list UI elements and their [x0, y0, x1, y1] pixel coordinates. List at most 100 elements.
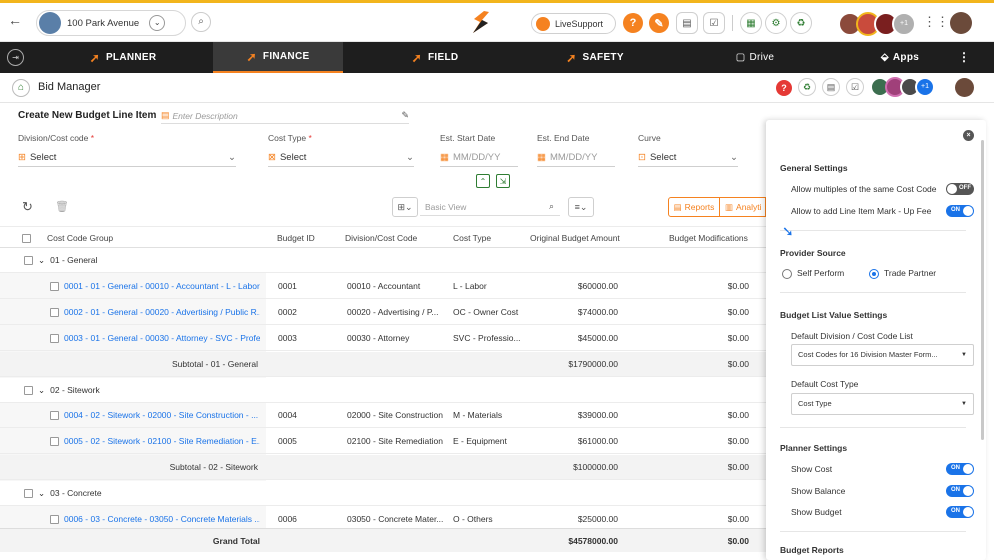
tab-label: Drive — [749, 52, 775, 63]
description-input[interactable]: ▤ Enter Description ✎ — [161, 108, 409, 124]
recycle-icon[interactable]: ♻ — [798, 78, 816, 96]
group-row[interactable]: ⌄ 01 - General — [0, 248, 766, 273]
recycle-icon[interactable]: ♻ — [790, 12, 812, 34]
row-checkbox[interactable] — [50, 307, 59, 317]
row-checkbox[interactable] — [24, 385, 33, 395]
header-budget-id[interactable]: Budget ID — [277, 227, 315, 249]
tab-apps[interactable]: ⬙ Apps — [855, 42, 945, 73]
arrow-icon: ➚ — [566, 50, 577, 65]
chevron-down-icon[interactable]: ⌄ — [149, 15, 166, 31]
row-checkbox[interactable] — [50, 281, 59, 291]
budget-list-title: Budget List Value Settings — [780, 310, 888, 320]
settings-icon[interactable]: ⚙ — [765, 12, 787, 34]
show-balance-toggle[interactable]: ON — [946, 485, 974, 497]
team-avatars[interactable]: +1 — [870, 77, 935, 97]
chevron-down-icon[interactable]: ⌄ — [38, 255, 45, 265]
row-checkbox[interactable] — [50, 411, 59, 421]
cost-code-link[interactable]: 0001 - 01 - General - 00010 - Accountant… — [50, 274, 260, 299]
show-cost-toggle[interactable]: ON — [946, 463, 974, 475]
help-icon[interactable]: ? — [776, 80, 792, 96]
tab-finance[interactable]: ➚ FINANCE — [213, 42, 343, 73]
group-name[interactable]: ⌄ 01 - General — [24, 248, 97, 273]
view-search-input[interactable]: Basic View ⌕ — [420, 198, 560, 216]
chevron-down-icon[interactable]: ⌄ — [38, 385, 45, 395]
row-checkbox[interactable] — [50, 437, 59, 447]
profile-avatar[interactable] — [955, 78, 974, 97]
reports-button[interactable]: ▤ Reports — [668, 197, 720, 217]
filter-icon[interactable]: ≡⌄ — [568, 197, 594, 217]
checklist-icon[interactable]: ☑ — [846, 78, 864, 96]
row-checkbox[interactable] — [24, 256, 33, 266]
grid-menu-icon[interactable]: ⋮⋮ — [923, 14, 949, 30]
group-row[interactable]: ⌄ 02 - Sitework — [0, 377, 766, 403]
tab-field[interactable]: ➚ FIELD — [345, 42, 525, 73]
row-checkbox[interactable] — [50, 514, 59, 524]
table-row[interactable]: 0004 - 02 - Sitework - 02000 - Site Cons… — [0, 403, 766, 428]
tab-label: FINANCE — [262, 51, 310, 62]
group-name[interactable]: ⌄ 03 - Concrete — [24, 481, 102, 506]
header-cost-type[interactable]: Cost Type — [453, 227, 491, 249]
subtotal-mod: $0.00 — [727, 358, 749, 369]
table-row[interactable]: 0002 - 01 - General - 00020 - Advertisin… — [0, 300, 766, 325]
project-selector[interactable]: 100 Park Avenue ⌄ — [36, 10, 186, 36]
header-original-amount[interactable]: Original Budget Amount — [530, 227, 620, 249]
trade-partner-radio[interactable]: Trade Partner — [869, 268, 936, 279]
curve-select[interactable]: ⊡ Select ⌄ — [638, 149, 738, 167]
user-avatars[interactable]: +1 — [838, 12, 916, 36]
pencil-icon[interactable]: ✎ — [401, 110, 409, 121]
trash-icon[interactable]: 🗑 — [55, 200, 69, 213]
self-perform-radio[interactable]: Self Perform — [782, 268, 844, 279]
header-modifications[interactable]: Budget Modifications — [669, 227, 748, 249]
profile-avatar[interactable] — [950, 12, 972, 34]
default-cost-type-select[interactable]: Cost Type ▼ — [791, 393, 974, 415]
row-checkbox[interactable] — [24, 489, 33, 499]
tab-label: Apps — [892, 52, 920, 63]
default-division-select[interactable]: Cost Codes for 16 Division Master Form..… — [791, 344, 974, 366]
cost-code-link[interactable]: 0003 - 01 - General - 00030 - Attorney -… — [50, 326, 260, 351]
checklist-icon[interactable]: ☑ — [703, 12, 725, 34]
tab-safety[interactable]: ➚ SAFETY — [505, 42, 685, 73]
live-support-button[interactable]: LiveSupport — [531, 13, 616, 34]
cost-code-link[interactable]: 0002 - 01 - General - 00020 - Advertisin… — [50, 300, 260, 325]
select-all-checkbox[interactable] — [22, 227, 36, 249]
calculator-icon[interactable]: ▦ — [740, 12, 762, 34]
help-icon[interactable]: ? — [623, 13, 643, 33]
header-group[interactable]: Cost Code Group — [47, 227, 113, 249]
group-name[interactable]: ⌄ 02 - Sitework — [24, 378, 100, 403]
tab-planner[interactable]: ➚ PLANNER — [33, 42, 213, 73]
table-row[interactable]: 0005 - 02 - Sitework - 02100 - Site Reme… — [0, 429, 766, 454]
more-menu-icon[interactable]: ⋮ — [958, 50, 970, 64]
edit-icon[interactable]: ✎ — [649, 13, 669, 33]
allow-multiples-toggle[interactable]: OFF — [946, 183, 974, 195]
tab-drive[interactable]: ▢ Drive — [685, 42, 825, 73]
chevron-down-icon[interactable]: ⌄ — [38, 488, 45, 498]
view-toggle-icon[interactable]: ⊞⌄ — [392, 197, 418, 217]
header-division[interactable]: Division/Cost Code — [345, 227, 417, 249]
back-arrow-icon[interactable]: ← — [8, 12, 22, 28]
row-checkbox[interactable] — [50, 333, 59, 343]
close-icon[interactable]: × — [963, 130, 974, 141]
clipboard-icon[interactable]: ▤ — [822, 78, 840, 96]
analytics-button[interactable]: ▥ Analyti — [720, 197, 766, 217]
pin-icon[interactable]: ⇲ — [496, 174, 510, 188]
refresh-icon[interactable]: ↻ — [22, 199, 33, 215]
allow-markup-toggle[interactable]: ON — [946, 205, 974, 217]
collapse-icon[interactable]: ⇥ — [7, 49, 24, 66]
home-icon[interactable]: ⌂ — [12, 79, 30, 97]
division-select[interactable]: ⊞ Select ⌄ — [18, 149, 236, 167]
panel-scrollbar[interactable] — [981, 140, 984, 440]
end-date-input[interactable]: ▦ MM/DD/YY — [537, 149, 615, 167]
cost-code-link[interactable]: 0005 - 02 - Sitework - 02100 - Site Reme… — [50, 429, 260, 454]
provider-source-title: Provider Source — [780, 248, 846, 258]
cost-type-select[interactable]: ⊠ Select ⌄ — [268, 149, 414, 167]
collapse-up-icon[interactable]: ⌃ — [476, 174, 490, 188]
group-row[interactable]: ⌄ 03 - Concrete — [0, 481, 766, 506]
search-icon[interactable]: ⌕ — [191, 12, 211, 32]
table-row[interactable]: 0001 - 01 - General - 00010 - Accountant… — [0, 274, 766, 299]
start-date-input[interactable]: ▦ MM/DD/YY — [440, 149, 518, 167]
show-budget-toggle[interactable]: ON — [946, 506, 974, 518]
clipboard-icon[interactable]: ▤ — [676, 12, 698, 34]
table-row[interactable]: 0003 - 01 - General - 00030 - Attorney -… — [0, 326, 766, 351]
cost-code-link[interactable]: 0004 - 02 - Sitework - 02000 - Site Cons… — [50, 403, 260, 428]
tab-label: SAFETY — [582, 52, 624, 63]
